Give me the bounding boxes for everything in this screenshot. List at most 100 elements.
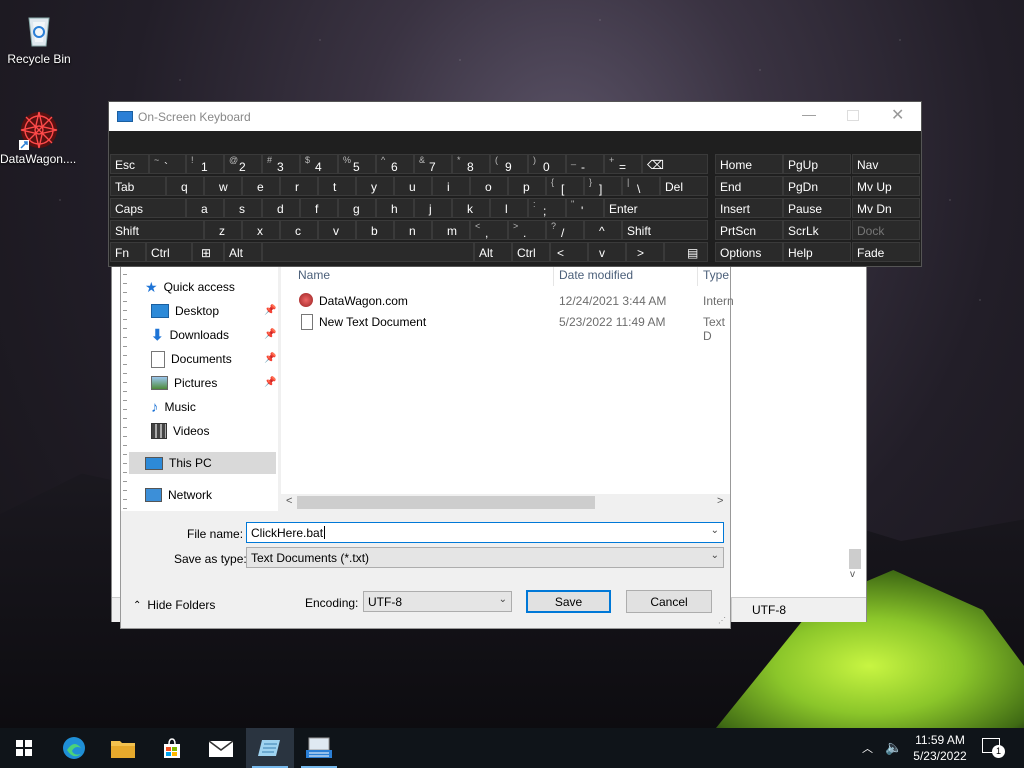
key-fn[interactable]: Fn [110,242,146,262]
horizontal-scrollbar[interactable]: < > [281,494,730,511]
key-pgup[interactable]: PgUp [783,154,851,174]
key-g[interactable]: g [338,198,376,218]
nav-item-videos[interactable]: Videos [151,420,209,442]
key-8[interactable]: * 8 [452,154,490,174]
key-comma[interactable]: <, [470,220,508,240]
taskbar-edge[interactable] [50,728,98,768]
nav-item-music[interactable]: ♪ Music [151,396,196,418]
key-k[interactable]: k [452,198,490,218]
key-b[interactable]: b [356,220,394,240]
notepad-scrollbar-thumb[interactable] [849,549,861,569]
key-0[interactable]: ) 0 [528,154,566,174]
chevron-down-icon[interactable]: ⌄ [711,525,719,536]
key-mv-up[interactable]: Mv Up [852,176,920,196]
key-c[interactable]: c [280,220,318,240]
key-3[interactable]: #3 [262,154,300,174]
key-u[interactable]: u [394,176,432,196]
key-p[interactable]: p [508,176,546,196]
key-fade[interactable]: Fade [852,242,920,262]
key-esc[interactable]: Esc [110,154,149,174]
key-caps[interactable]: Caps [110,198,186,218]
nav-item-pictures[interactable]: Pictures [151,372,217,394]
column-header-date[interactable]: Date modified [559,268,633,282]
nav-item-quick-access[interactable]: ★ Quick access [145,276,235,298]
taskbar-on-screen-keyboard[interactable] [295,728,343,768]
key-z[interactable]: z [204,220,242,240]
hide-folders-toggle[interactable]: ⌃ Hide Folders [133,598,215,612]
chevron-right-icon[interactable]: > [717,495,723,507]
key-minus[interactable]: _ - [566,154,604,174]
pin-icon[interactable]: 📌 [264,377,276,388]
key-7[interactable]: & 7 [414,154,452,174]
key-equals[interactable]: + = [604,154,642,174]
key-right-alt[interactable]: Alt [474,242,512,262]
desktop-icon-recycle-bin[interactable]: Recycle Bin [2,8,76,66]
key-left-ctrl[interactable]: Ctrl [146,242,192,262]
chevron-down-icon[interactable]: v [850,569,855,580]
taskbar-store[interactable] [148,728,196,768]
chevron-down-icon[interactable]: ⌄ [711,550,719,561]
key-space[interactable] [262,242,474,262]
key-q[interactable]: q [166,176,204,196]
key-del[interactable]: Del [660,176,708,196]
key-options[interactable]: Options [715,242,783,262]
key-s[interactable]: s [224,198,262,218]
action-center-button[interactable]: 1 [982,738,1005,758]
nav-item-desktop[interactable]: Desktop [151,300,219,322]
clock[interactable]: 11:59 AM 5/23/2022 [906,731,974,765]
key-home[interactable]: Home [715,154,783,174]
key-o[interactable]: o [470,176,508,196]
key-f[interactable]: f [300,198,338,218]
key-i[interactable]: i [432,176,470,196]
file-row-datawagon[interactable]: DataWagon.com 12/24/2021 3:44 AM Intern [281,292,734,312]
key-scrlk[interactable]: ScrLk [783,220,851,240]
key-quote[interactable]: " ' [566,198,604,218]
key-nav[interactable]: Nav [852,154,920,174]
taskbar-file-explorer[interactable] [99,728,147,768]
key-l[interactable]: l [490,198,528,218]
nav-item-this-pc[interactable]: This PC [145,452,212,474]
column-header-type[interactable]: Type [703,268,729,282]
taskbar-mail[interactable] [197,728,245,768]
cancel-button[interactable]: Cancel [626,590,712,613]
key-6[interactable]: ^ 6 [376,154,414,174]
chevron-up-icon[interactable]: ︿ [862,740,873,756]
key-n[interactable]: n [394,220,432,240]
key-left-bracket[interactable]: {[ [546,176,584,196]
close-button[interactable]: ✕ [891,105,904,125]
key-pause[interactable]: Pause [783,198,851,218]
nav-item-downloads[interactable]: ⬇ Downloads [151,324,229,346]
key-arrow-down[interactable]: v [588,242,626,262]
key-period[interactable]: >. [508,220,546,240]
key-backspace[interactable]: ⌫ [642,154,708,174]
key-tab[interactable]: Tab [110,176,166,196]
save-button[interactable]: Save [526,590,611,613]
key-w[interactable]: w [204,176,242,196]
key-help[interactable]: Help [783,242,851,262]
key-r[interactable]: r [280,176,318,196]
key-semicolon[interactable]: :; [528,198,566,218]
key-t[interactable]: t [318,176,356,196]
save-type-select[interactable]: Text Documents (*.txt) ⌄ [246,547,724,568]
taskbar-notepad[interactable] [246,728,294,768]
column-divider[interactable] [553,266,554,286]
pin-icon[interactable]: 📌 [264,353,276,364]
start-button[interactable] [0,728,48,768]
key-right-shift[interactable]: Shift [622,220,708,240]
key-y[interactable]: y [356,176,394,196]
column-header-name[interactable]: Name [298,268,330,282]
key-x[interactable]: x [242,220,280,240]
key-left-alt[interactable]: Alt [224,242,262,262]
key-windows[interactable]: ⊞ [192,242,224,262]
scrollbar-thumb[interactable] [297,496,595,509]
key-v[interactable]: v [318,220,356,240]
key-menu[interactable]: ▤ [664,242,708,262]
key-arrow-up[interactable]: ^ [584,220,622,240]
key-left-shift[interactable]: Shift [110,220,204,240]
nav-item-documents[interactable]: Documents [151,348,232,370]
chevron-down-icon[interactable]: ⌄ [499,594,507,605]
maximize-button[interactable] [847,110,859,121]
file-name-input[interactable]: ClickHere.bat ⌄ [246,522,724,543]
key-1[interactable]: ! 1 [186,154,224,174]
key-insert[interactable]: Insert [715,198,783,218]
